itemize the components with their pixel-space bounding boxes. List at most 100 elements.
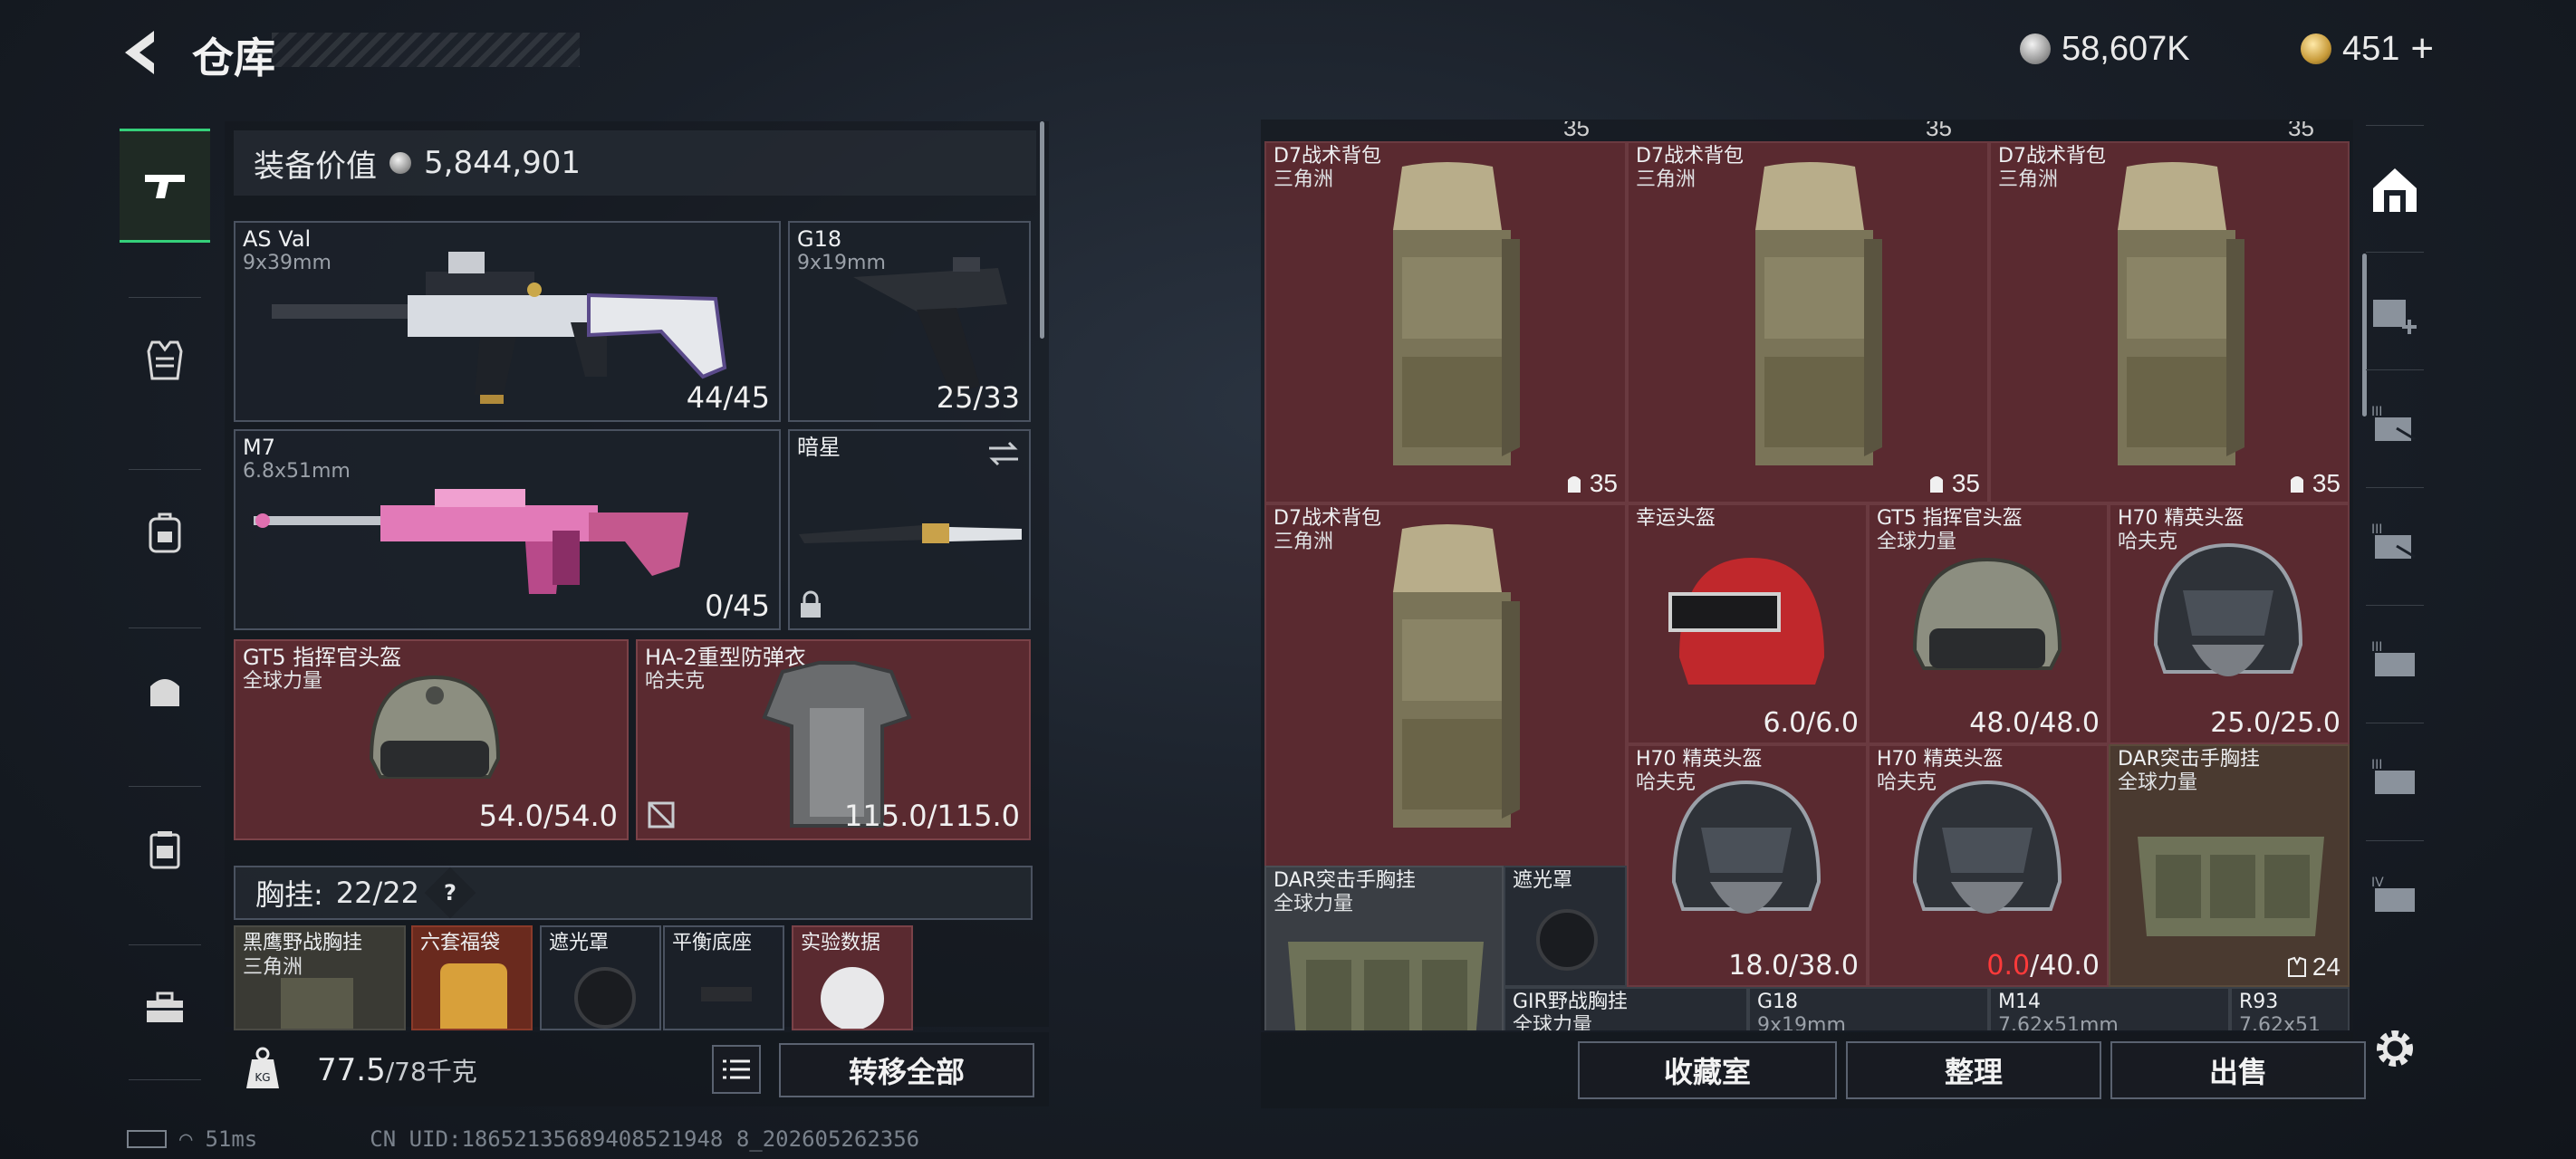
stash-tab-page-3b[interactable]: III — [2368, 514, 2422, 569]
status-bar: ◠ 51ms CN UID:18652135689408521948 8_202… — [127, 1126, 919, 1152]
stash-item-weapon[interactable]: R93 7.62x51 — [2230, 987, 2350, 1030]
stash-item-weapon[interactable]: G18 9x19mm — [1748, 987, 1989, 1030]
add-gold-icon[interactable]: + — [2410, 26, 2434, 72]
weapon-ammo: 25/33 — [936, 380, 1020, 415]
pistol-icon — [145, 175, 185, 198]
stash-item-backpack[interactable]: D7战术背包 三角洲 35 — [1989, 141, 2350, 503]
weight-max: /78千克 — [385, 1057, 477, 1087]
back-arrow-icon[interactable] — [118, 27, 163, 78]
capacity-icon — [2287, 956, 2306, 977]
tab-weapons[interactable] — [120, 129, 210, 243]
stash-item-chest-rig[interactable]: GIR野战胸挂 全球力量 — [1504, 987, 1748, 1030]
equipment-value-bar: 装备价值 5,844,901 — [234, 130, 1036, 196]
partial-cap: 35 — [2288, 121, 2314, 141]
settings-button[interactable] — [2368, 1021, 2422, 1076]
capacity-icon — [1929, 476, 1943, 493]
equipment-value: 5,844,901 — [424, 145, 582, 181]
tab-case[interactable] — [120, 795, 210, 904]
stash-item-helmet[interactable]: 幸运头盔 6.0/6.0 — [1627, 503, 1868, 744]
storage-page-icon: III — [2371, 758, 2415, 794]
m7-rifle-image — [254, 489, 688, 594]
armor-slot[interactable]: HA-2重型防弹衣 哈夫克 115.0/115.0 — [636, 639, 1031, 840]
backpack-image — [1393, 524, 1520, 828]
stash-item-helmet[interactable]: H70 精英头盔 哈夫克 0.0/40.0 — [1868, 744, 2109, 987]
melee-name: 暗星 — [797, 435, 841, 460]
stash-tab-page-3c[interactable]: III — [2368, 632, 2422, 686]
toolbox-icon — [147, 991, 183, 1022]
h70-helmet-image — [1671, 780, 1821, 914]
equipment-scrollbar[interactable] — [1040, 121, 1044, 339]
chest-rig-image — [1288, 942, 1484, 1030]
stash-item-chest-rig[interactable]: DAR突击手胸挂 全球力量 — [1264, 866, 1504, 1030]
balance-base-image — [701, 987, 752, 1001]
silver-currency: 58,607K — [2020, 27, 2190, 71]
chest-item[interactable]: 六套福袋 — [411, 925, 533, 1030]
sidearm-slot[interactable]: G18 9x19mm 25/33 — [788, 221, 1031, 422]
transfer-all-button[interactable]: 转移全部 — [779, 1043, 1034, 1097]
sort-button[interactable]: 整理 — [1846, 1041, 2101, 1099]
knife-image — [799, 523, 1022, 543]
stash-tab-page-3d[interactable]: III — [2368, 750, 2422, 804]
swap-icon[interactable] — [987, 440, 1020, 467]
stash-tab-page-3a[interactable]: III — [2368, 397, 2422, 451]
help-icon[interactable]: ? — [424, 867, 476, 919]
stash-tab-home[interactable] — [2368, 163, 2422, 217]
storage-page-icon: IV — [2371, 876, 2415, 912]
silver-coin-icon — [389, 152, 411, 174]
stash-item-chest-rig[interactable]: DAR突击手胸挂 全球力量 24 — [2109, 744, 2350, 987]
stash-item-helmet[interactable]: H70 精英头盔 哈夫克 18.0/38.0 — [1627, 744, 1868, 987]
equipment-value-label: 装备价值 — [254, 148, 377, 185]
weapon-name: M7 — [243, 435, 275, 460]
list-view-button[interactable] — [712, 1045, 761, 1094]
backpack-image — [2118, 162, 2244, 465]
svg-text:III: III — [2371, 522, 2382, 537]
storage-page-icon: III — [2371, 640, 2415, 676]
svg-text:IV: IV — [2371, 876, 2384, 890]
gold-currency[interactable]: 451 + — [2301, 26, 2434, 72]
add-storage-icon — [2373, 300, 2417, 334]
tab-toolbox[interactable] — [120, 953, 210, 1062]
armor-plate-icon — [149, 831, 180, 869]
helmet-durability: 0.0/40.0 — [1986, 950, 2100, 982]
melee-slot[interactable]: 暗星 — [788, 429, 1031, 630]
weapon-name: G18 — [797, 226, 842, 252]
ping: 51ms — [205, 1126, 258, 1152]
stash-item-backpack[interactable]: D7战术背包 三角洲 35 — [1627, 141, 1989, 503]
backpack-icon — [149, 512, 181, 553]
sell-button[interactable]: 出售 — [2110, 1041, 2366, 1099]
helmet-slot[interactable]: GT5 指挥官头盔 全球力量 54.0/54.0 — [234, 639, 629, 840]
chest-item[interactable]: 平衡底座 — [663, 925, 784, 1030]
helmet-bag-icon — [150, 679, 179, 706]
stash-item-weapon[interactable]: M14 7.62x51mm — [1989, 987, 2230, 1030]
battery-icon — [127, 1130, 167, 1148]
title-decoration — [272, 33, 580, 67]
chest-item[interactable]: 黑鹰野战胸挂 三角洲 — [234, 925, 406, 1030]
stash-tab-add[interactable] — [2368, 288, 2422, 342]
svg-text:III: III — [2371, 640, 2382, 655]
chest-rig-image — [2138, 837, 2324, 936]
collection-room-button[interactable]: 收藏室 — [1578, 1041, 1837, 1099]
tab-chest-rig[interactable] — [120, 306, 210, 415]
vest-icon — [147, 340, 183, 380]
tab-bag[interactable] — [120, 637, 210, 745]
secondary-weapon-slot[interactable]: M7 6.8x51mm 0/45 — [234, 429, 781, 630]
stash-item-lens-hood[interactable]: 遮光罩 — [1504, 866, 1627, 987]
gear-icon — [2377, 1030, 2413, 1067]
tab-backpack[interactable] — [120, 478, 210, 587]
capacity-icon — [2290, 476, 2303, 493]
wifi-icon: ◠ — [179, 1126, 193, 1152]
chest-item[interactable]: 遮光罩 — [540, 925, 661, 1030]
g18-pistol-image — [853, 257, 1007, 395]
stash-item-helmet[interactable]: GT5 指挥官头盔 全球力量 48.0/48.0 — [1868, 503, 2109, 744]
svg-text:III: III — [2371, 758, 2382, 772]
storage-page-icon: III — [2371, 522, 2416, 559]
carry-weight: 77.5/78千克 — [317, 1052, 477, 1088]
weapon-ammo: 0/45 — [705, 589, 770, 623]
primary-weapon-slot[interactable]: AS Val 9x39mm 44/45 — [234, 221, 781, 422]
stash-item-backpack[interactable]: D7战术背包 三角洲 35 — [1264, 141, 1627, 503]
category-tabs — [120, 125, 210, 1083]
capacity-icon — [1567, 476, 1581, 493]
stash-item-helmet[interactable]: H70 精英头盔 哈夫克 25.0/25.0 — [2109, 503, 2350, 744]
chest-item[interactable]: 实验数据 — [792, 925, 913, 1030]
stash-tab-page-4[interactable]: IV — [2368, 867, 2422, 922]
